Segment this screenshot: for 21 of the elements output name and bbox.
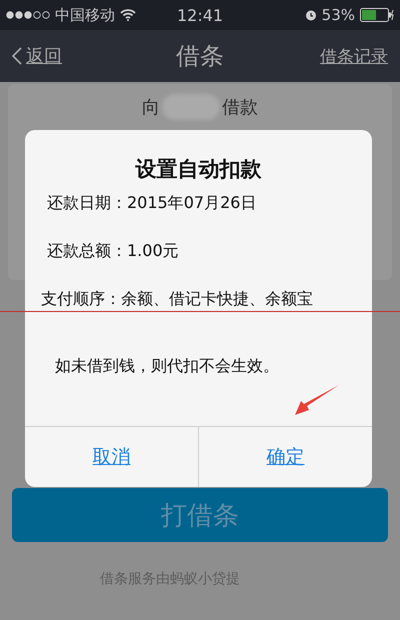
- alarm-icon: [304, 9, 317, 21]
- records-link[interactable]: 借条记录: [224, 44, 388, 68]
- clock-time: 12:41: [176, 6, 224, 24]
- dialog-title: 设置自动扣款: [134, 156, 262, 183]
- arrow-icon: [295, 384, 340, 416]
- back-link[interactable]: 返回: [12, 44, 176, 68]
- dialog-note: 如未借到钱，则代扣不会生效。: [55, 356, 280, 377]
- chevron-icon: [12, 47, 22, 65]
- dialog-button[interactable]: 确定: [198, 427, 372, 487]
- battery-percent: 53%: [322, 6, 356, 24]
- loan-prefix: 向: [142, 96, 160, 119]
- signal-icon: [6, 11, 50, 19]
- detail-row-text: 支付顺序：余额、借记卡快捷、余额宝: [41, 288, 314, 310]
- battery-icon: [360, 8, 394, 22]
- detail-row-text: 还款日期：2015年07月26日: [47, 192, 258, 214]
- page-title: 借条: [176, 41, 224, 72]
- carrier-name: 中国移动: [55, 6, 115, 24]
- dialog-button[interactable]: 取消: [25, 427, 198, 487]
- wifi-icon: [120, 9, 136, 21]
- loan-suffix: 借款: [222, 96, 258, 119]
- detail-row-text: 还款总额：1.00元: [47, 240, 180, 262]
